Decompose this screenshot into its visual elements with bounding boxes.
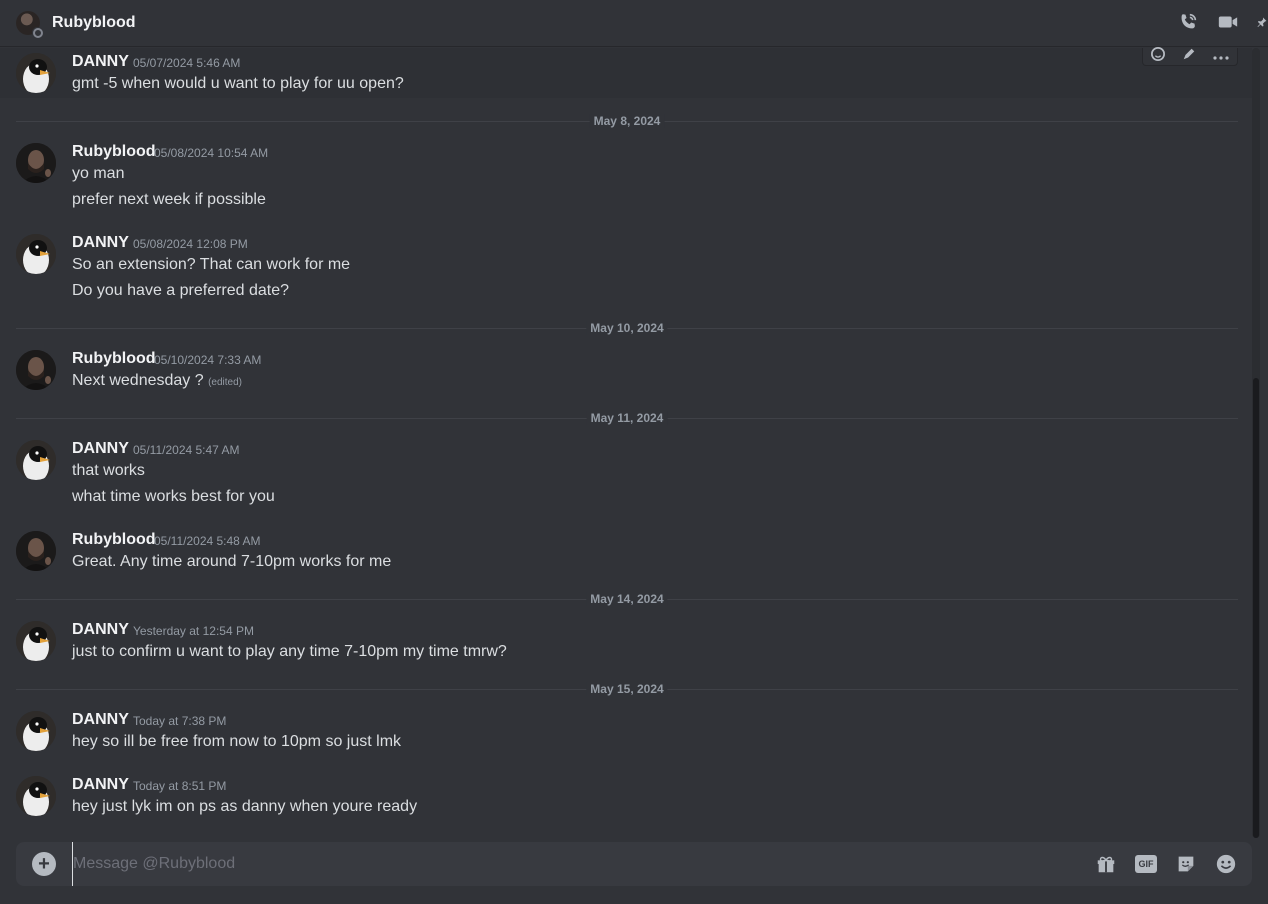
author-avatar[interactable] [16, 350, 56, 390]
header-toolbar [1176, 10, 1268, 34]
channel-header: Rubyblood [0, 0, 1268, 47]
message-timestamp: 05/08/2024 10:54 AM [154, 146, 269, 160]
more-options-icon[interactable] [1213, 48, 1229, 66]
channel-title[interactable]: Rubyblood [52, 14, 136, 32]
message-content: Next wednesday ? (edited) [72, 372, 242, 390]
message-content: Great. Any time around 7-10pm works for … [72, 553, 392, 570]
message-timestamp: 05/08/2024 12:08 PM [133, 237, 248, 251]
message-content: hey so ill be free from now to 10pm so j… [72, 733, 402, 750]
message-content: prefer next week if possible [72, 191, 266, 208]
message-content: what time works best for you [72, 488, 275, 505]
author-name[interactable]: Rubyblood [72, 143, 156, 161]
message-content: that works [72, 462, 145, 479]
gift-icon[interactable] [1094, 852, 1118, 876]
date-divider: May 15, 2024 [16, 682, 1238, 696]
voice-call-icon[interactable] [1176, 10, 1200, 34]
date-divider-label: May 11, 2024 [586, 411, 668, 425]
video-call-icon[interactable] [1216, 10, 1240, 34]
emoji-icon[interactable] [1214, 852, 1238, 876]
author-name[interactable]: DANNY [72, 711, 129, 729]
author-avatar[interactable] [16, 776, 56, 816]
author-name[interactable]: DANNY [72, 234, 129, 252]
sticker-icon[interactable] [1174, 852, 1198, 876]
message-content: Do you have a preferred date? [72, 282, 290, 299]
message-item[interactable]: DANNY Today at 7:38 PM hey so ill be fre… [0, 706, 1252, 760]
gif-icon[interactable]: GIF [1134, 852, 1158, 876]
date-divider: May 14, 2024 [16, 592, 1238, 606]
message-hover-toolbar [1142, 47, 1238, 66]
author-avatar[interactable] [16, 234, 56, 274]
message-content: yo man [72, 165, 125, 182]
date-divider-label: May 14, 2024 [586, 592, 668, 606]
message-item[interactable]: Rubyblood 05/10/2024 7:33 AM Next wednes… [0, 345, 1252, 399]
message-timestamp: 05/11/2024 5:48 AM [154, 534, 261, 548]
author-avatar[interactable] [16, 143, 56, 183]
add-reaction-icon[interactable] [1151, 47, 1166, 66]
message-item[interactable]: DANNY 05/08/2024 12:08 PM So an extensio… [0, 229, 1252, 309]
message-item[interactable]: DANNY Today at 8:51 PM hey just lyk im o… [0, 771, 1252, 825]
date-divider-label: May 15, 2024 [586, 682, 668, 696]
author-name[interactable]: Rubyblood [72, 531, 156, 549]
message-timestamp: Today at 7:38 PM [133, 714, 227, 728]
message-text: Next wednesday ? [72, 372, 204, 389]
message-item[interactable]: DANNY Yesterday at 12:54 PM just to conf… [0, 616, 1252, 670]
composer-toolbar: GIF [1094, 852, 1238, 876]
author-name[interactable]: DANNY [72, 776, 129, 794]
author-avatar[interactable] [16, 531, 56, 571]
message-item[interactable]: DANNY 05/11/2024 5:47 AM that works what… [0, 435, 1252, 515]
author-name[interactable]: DANNY [72, 53, 129, 71]
message-timestamp: 05/11/2024 5:47 AM [133, 443, 240, 457]
message-timestamp: 05/07/2024 5:46 AM [133, 56, 241, 70]
message-item[interactable]: Rubyblood 05/08/2024 10:54 AM yo man pre… [0, 138, 1252, 218]
message-item[interactable]: DANNY 05/07/2024 5:46 AM gmt -5 when wou… [0, 48, 1252, 98]
upload-plus-icon[interactable]: + [32, 852, 56, 876]
date-divider: May 10, 2024 [16, 321, 1238, 335]
message-timestamp: Yesterday at 12:54 PM [133, 624, 254, 638]
offline-status-icon [32, 27, 43, 38]
message-composer: + GIF [16, 842, 1252, 886]
message-content: gmt -5 when would u want to play for uu … [72, 75, 404, 92]
author-name[interactable]: DANNY [72, 621, 129, 639]
edited-label: (edited) [208, 377, 242, 388]
author-avatar[interactable] [16, 621, 56, 661]
message-input[interactable] [72, 842, 1072, 886]
scrollbar-thumb[interactable] [1253, 378, 1259, 838]
message-item[interactable]: Rubyblood 05/11/2024 5:48 AM Great. Any … [0, 526, 1252, 580]
date-divider-label: May 8, 2024 [589, 114, 665, 128]
author-avatar[interactable] [16, 53, 56, 93]
author-avatar[interactable] [16, 440, 56, 480]
dm-avatar[interactable] [16, 11, 43, 38]
message-timestamp: Today at 8:51 PM [133, 779, 227, 793]
author-name[interactable]: DANNY [72, 440, 129, 458]
author-avatar[interactable] [16, 711, 56, 751]
date-divider: May 8, 2024 [16, 114, 1238, 128]
message-content: hey just lyk im on ps as danny when your… [72, 798, 418, 815]
message-timestamp: 05/10/2024 7:33 AM [154, 353, 262, 367]
date-divider: May 11, 2024 [16, 411, 1238, 425]
date-divider-label: May 10, 2024 [586, 321, 668, 335]
author-name[interactable]: Rubyblood [72, 350, 156, 368]
gif-label: GIF [1135, 855, 1157, 873]
pin-icon[interactable] [1256, 10, 1268, 34]
edit-icon[interactable] [1182, 47, 1196, 66]
message-content: So an extension? That can work for me [72, 256, 351, 273]
message-content: just to confirm u want to play any time … [72, 643, 507, 660]
